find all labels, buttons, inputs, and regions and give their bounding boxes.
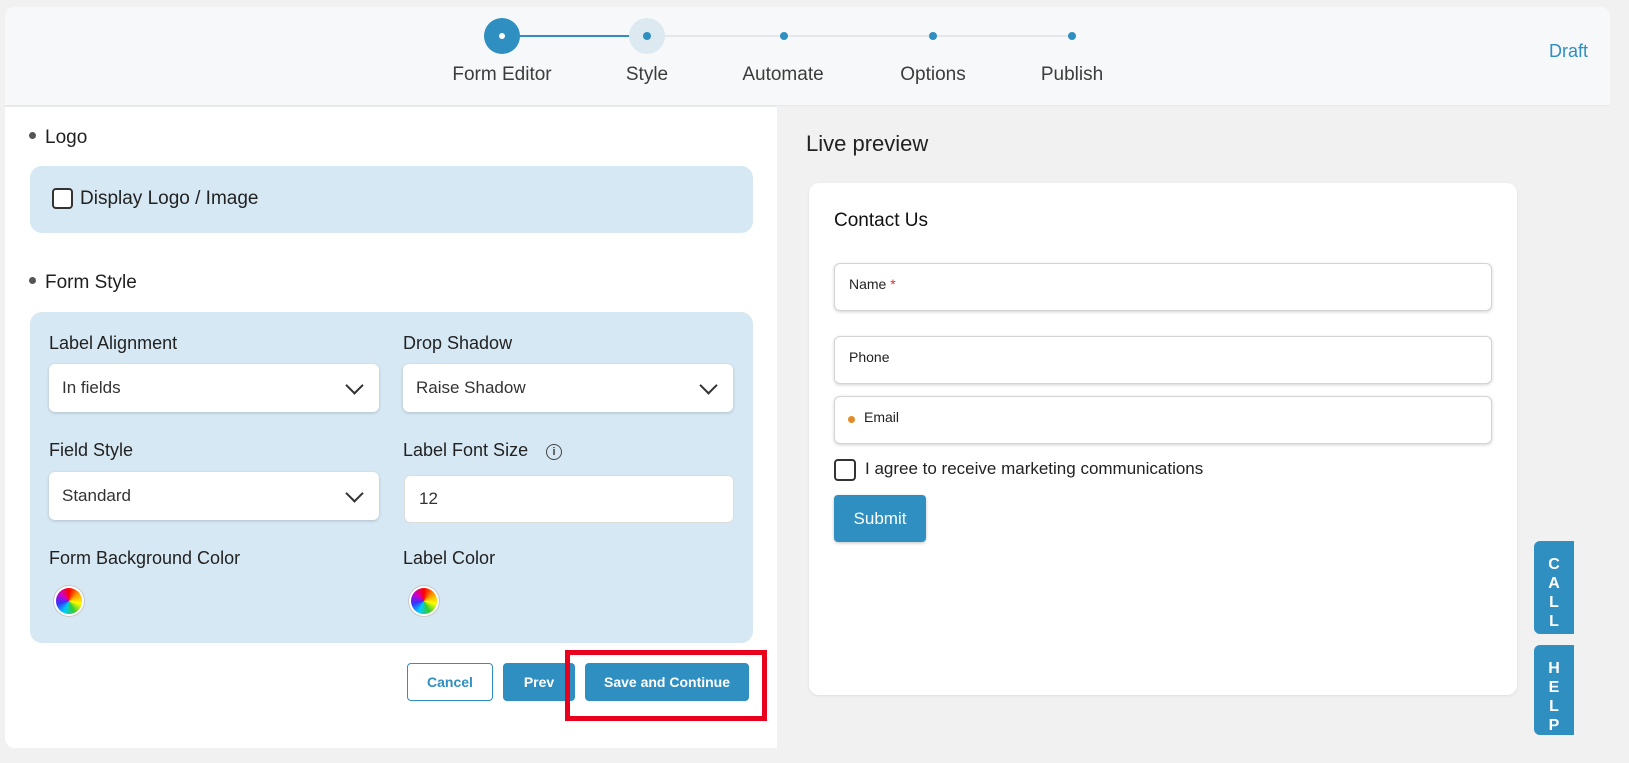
consent-checkbox[interactable] xyxy=(834,459,856,481)
field-style-value: Standard xyxy=(62,486,131,505)
form-style-section-title: Form Style xyxy=(29,272,137,294)
step-style-label[interactable]: Style xyxy=(626,64,668,86)
stepper-track-line xyxy=(647,35,1071,37)
status-badge: Draft xyxy=(1548,41,1588,61)
call-tab[interactable]: C A L L xyxy=(1534,541,1574,634)
field-style-label: Field Style xyxy=(49,440,134,460)
help-letter: H xyxy=(1548,660,1560,677)
stepper-progress-line xyxy=(502,35,632,37)
label-font-size-value: 12 xyxy=(419,489,438,508)
display-logo-label[interactable]: Display Logo / Image xyxy=(80,188,259,210)
step-form-editor-dot[interactable] xyxy=(484,18,520,54)
display-logo-checkbox[interactable] xyxy=(52,188,73,209)
highlight-box xyxy=(565,650,767,721)
chevron-down-icon xyxy=(345,376,364,395)
name-field[interactable]: Name * xyxy=(834,263,1492,311)
label-font-size-input[interactable]: 12 xyxy=(404,475,734,523)
chevron-down-icon xyxy=(345,484,364,503)
info-icon[interactable]: i xyxy=(546,444,562,460)
step-options-dot[interactable] xyxy=(929,32,937,40)
email-field[interactable]: Email xyxy=(834,396,1492,444)
call-letter: L xyxy=(1549,613,1559,630)
stepper-bar: Form Editor Style Automate Options Publi… xyxy=(5,7,1610,107)
phone-field[interactable]: Phone xyxy=(834,336,1492,384)
drop-shadow-label: Drop Shadow xyxy=(403,333,513,353)
call-letter: C xyxy=(1548,556,1560,573)
color-wheel-icon[interactable] xyxy=(411,588,437,614)
step-options-label[interactable]: Options xyxy=(900,64,965,86)
step-automate-label[interactable]: Automate xyxy=(742,64,823,86)
phone-field-label: Phone xyxy=(849,349,890,365)
email-status-dot xyxy=(848,416,855,423)
drop-shadow-value: Raise Shadow xyxy=(416,378,526,397)
field-style-select[interactable]: Standard xyxy=(49,472,379,520)
bullet-icon xyxy=(29,132,36,140)
step-publish-dot[interactable] xyxy=(1068,32,1076,40)
step-publish-label[interactable]: Publish xyxy=(1041,64,1103,86)
email-field-label: Email xyxy=(864,409,900,425)
form-background-color-label: Form Background Color xyxy=(49,548,241,568)
help-letter: P xyxy=(1548,717,1560,734)
label-alignment-select[interactable]: In fields xyxy=(49,364,379,412)
form-heading: Contact Us xyxy=(834,210,928,231)
color-wheel-icon[interactable] xyxy=(56,588,82,614)
main-card: Form Editor Style Automate Options Publi… xyxy=(5,7,1610,748)
help-letter: L xyxy=(1549,698,1559,715)
help-tab[interactable]: H E L P xyxy=(1534,645,1574,735)
logo-panel: Display Logo / Image xyxy=(30,166,753,233)
cancel-button[interactable]: Cancel xyxy=(407,663,493,701)
label-color-label: Label Color xyxy=(403,548,496,568)
help-letter: E xyxy=(1548,679,1560,696)
step-style-dot[interactable] xyxy=(629,18,665,54)
chevron-down-icon xyxy=(699,376,718,395)
logo-section-title: Logo xyxy=(29,127,87,149)
submit-button[interactable]: Submit xyxy=(834,495,926,542)
label-alignment-value: In fields xyxy=(62,378,121,397)
step-form-editor-label[interactable]: Form Editor xyxy=(452,64,551,86)
preview-title: Live preview xyxy=(806,131,929,156)
label-font-size-label: Label Font Size xyxy=(403,440,529,460)
name-field-label: Name * xyxy=(849,276,896,292)
bullet-icon xyxy=(29,277,36,285)
consent-label[interactable]: I agree to receive marketing communicati… xyxy=(865,459,1203,479)
call-letter: L xyxy=(1549,594,1559,611)
step-automate-dot[interactable] xyxy=(780,32,788,40)
required-marker: * xyxy=(890,276,896,292)
call-letter: A xyxy=(1548,575,1560,592)
drop-shadow-select[interactable]: Raise Shadow xyxy=(403,364,733,412)
label-alignment-label: Label Alignment xyxy=(49,333,178,353)
